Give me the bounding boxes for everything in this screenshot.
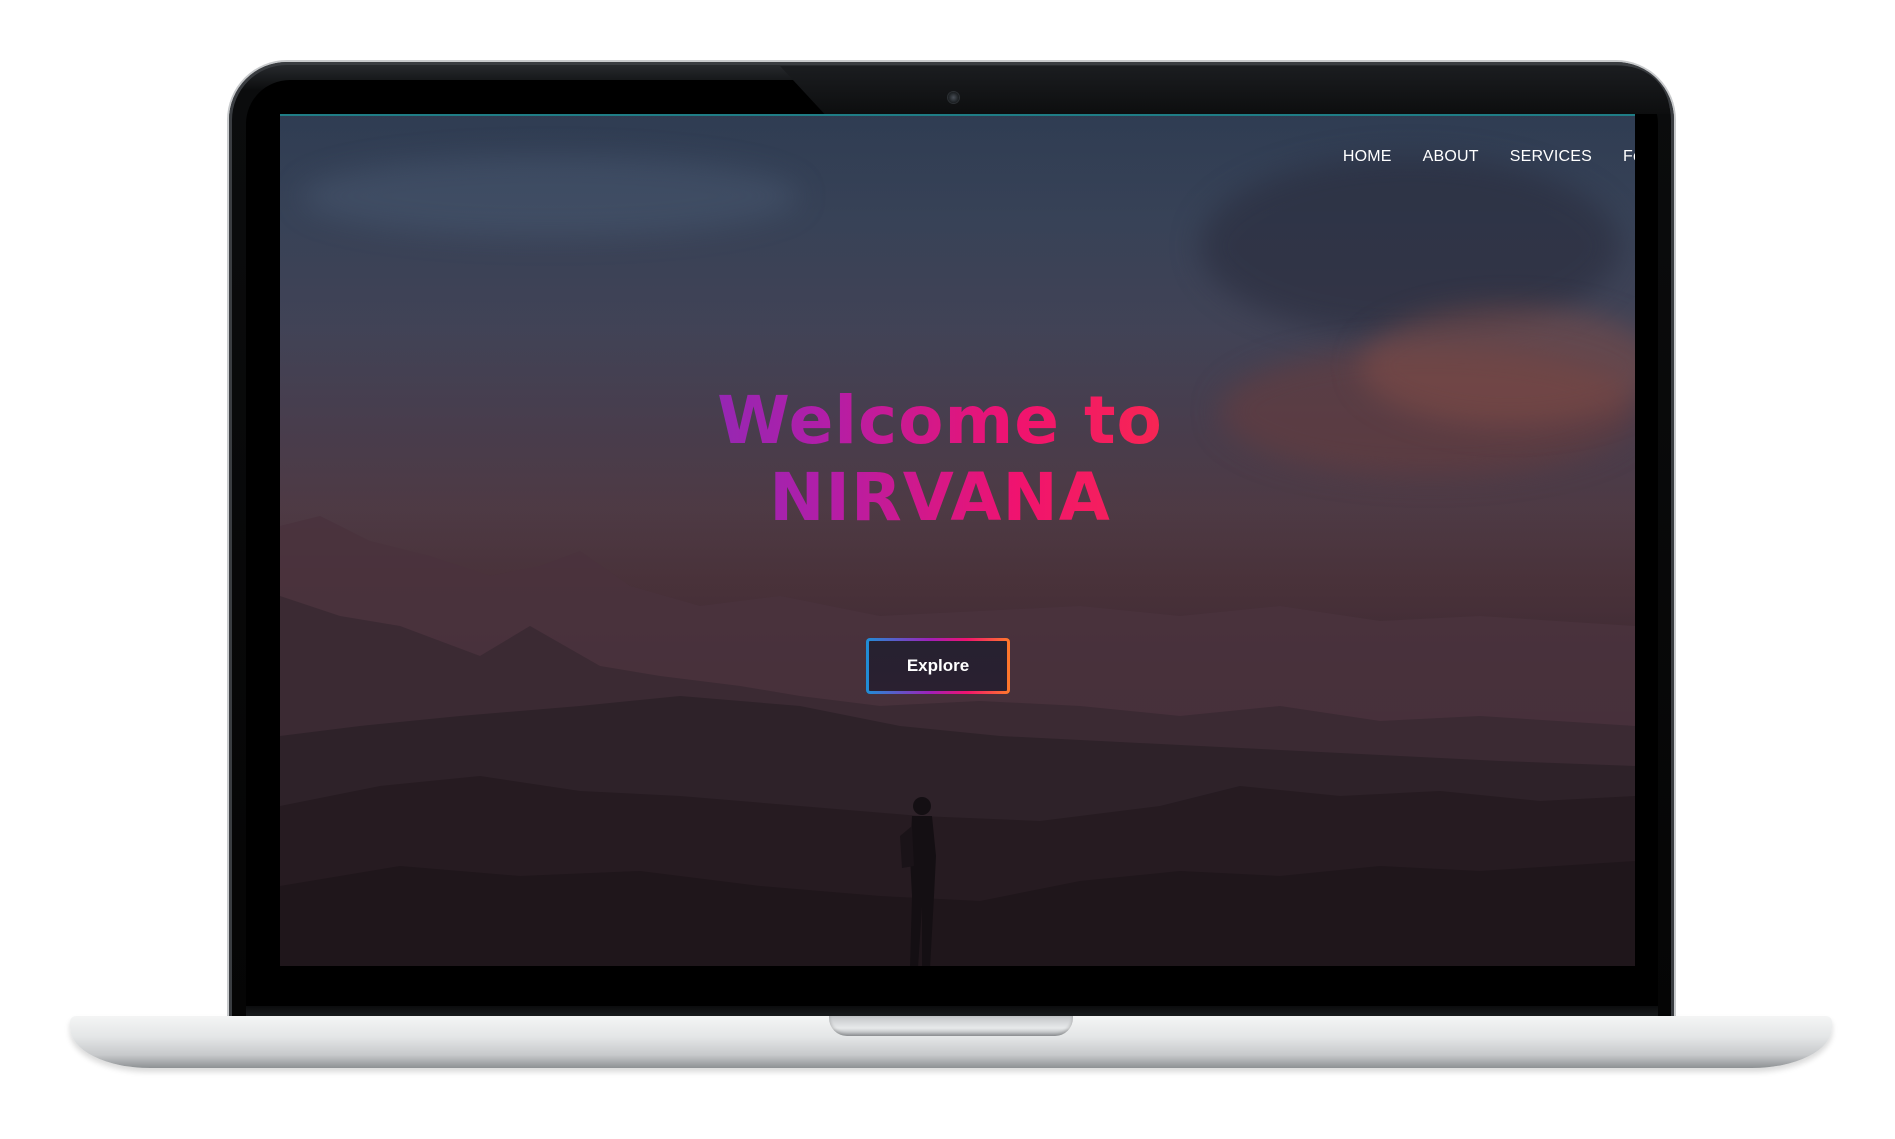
webcam-icon xyxy=(948,92,959,103)
laptop-mockup: HOME ABOUT SERVICES Fo Welcome to NIRVAN… xyxy=(0,0,1895,1139)
nav-home[interactable]: HOME xyxy=(1343,148,1392,166)
top-navigation: HOME ABOUT SERVICES Fo xyxy=(1343,148,1635,166)
hero-title-wrapper: Welcome to NIRVANA xyxy=(555,382,1325,536)
hiker-silhouette xyxy=(900,797,936,966)
laptop-open-notch xyxy=(829,1016,1073,1036)
cloud xyxy=(300,156,800,236)
explore-button[interactable]: Explore xyxy=(866,638,1010,694)
nav-about[interactable]: ABOUT xyxy=(1423,148,1479,166)
nav-services[interactable]: SERVICES xyxy=(1510,148,1592,166)
hero-title: Welcome to NIRVANA xyxy=(555,382,1325,536)
nav-item-truncated[interactable]: Fo xyxy=(1623,148,1635,166)
website-screen: HOME ABOUT SERVICES Fo Welcome to NIRVAN… xyxy=(280,114,1635,966)
bezel-reflection xyxy=(780,66,1670,114)
mountain-range-front xyxy=(280,696,1635,966)
